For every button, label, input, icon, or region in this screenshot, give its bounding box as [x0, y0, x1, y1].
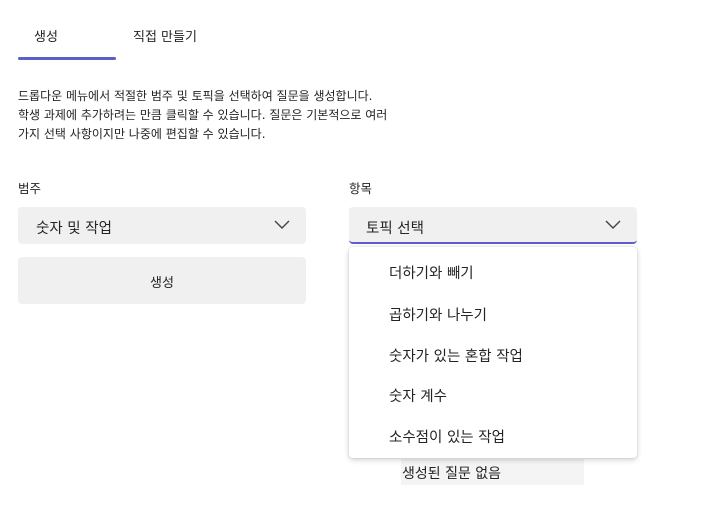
topic-option-label: 숫자가 있는 혼합 작업: [389, 349, 523, 365]
tab-selected-indicator: [18, 57, 116, 60]
category-dropdown[interactable]: 숫자 및 작업: [18, 207, 306, 244]
instructions-text: 드롭다운 메뉴에서 적절한 범주 및 토픽을 선택하여 질문을 생성합니다. 학…: [18, 87, 458, 144]
topic-option[interactable]: 더하기와 빼기: [349, 251, 637, 291]
instructions-line-2: 학생 과제에 추가하려는 만큼 클릭할 수 있습니다. 질문은 기본적으로 여러: [18, 108, 388, 122]
topic-dropdown-value: 토픽 선택: [366, 221, 424, 237]
empty-state-text: 생성된 질문 없음: [402, 466, 502, 482]
chevron-down-icon: [605, 220, 621, 229]
topic-option-label: 소수점이 있는 작업: [389, 430, 505, 446]
topic-option[interactable]: 소수점이 있는 작업: [349, 415, 637, 455]
instructions-line-3: 가지 선택 사항이지만 나중에 편집할 수 있습니다.: [18, 127, 266, 141]
topic-option-label: 숫자 계수: [389, 389, 447, 405]
topic-option[interactable]: 숫자 계수: [349, 374, 637, 414]
topic-option-label: 곱하기와 나누기: [389, 308, 487, 324]
category-dropdown-value: 숫자 및 작업: [36, 221, 112, 237]
instructions-line-1: 드롭다운 메뉴에서 적절한 범주 및 토픽을 선택하여 질문을 생성합니다.: [18, 89, 373, 103]
category-label: 범주: [18, 181, 42, 196]
empty-state: 생성된 질문 없음: [401, 459, 584, 485]
topic-option[interactable]: 곱하기와 나누기: [349, 293, 637, 333]
tab-create-manually[interactable]: 직접 만들기: [133, 26, 197, 45]
topic-dropdown-menu: 더하기와 빼기 곱하기와 나누기 숫자가 있는 혼합 작업 숫자 계수 소수점이…: [349, 247, 637, 458]
topic-label: 항목: [349, 181, 373, 196]
topic-option[interactable]: 숫자가 있는 혼합 작업: [349, 334, 637, 374]
tab-generate[interactable]: 생성: [34, 26, 58, 45]
chevron-down-icon: [274, 220, 290, 229]
tab-bar: 생성 직접 만들기: [18, 24, 318, 62]
generate-button[interactable]: 생성: [18, 257, 306, 304]
topic-option-label: 더하기와 빼기: [389, 266, 474, 282]
topic-dropdown[interactable]: 토픽 선택: [349, 207, 637, 244]
generate-button-label: 생성: [150, 275, 174, 290]
